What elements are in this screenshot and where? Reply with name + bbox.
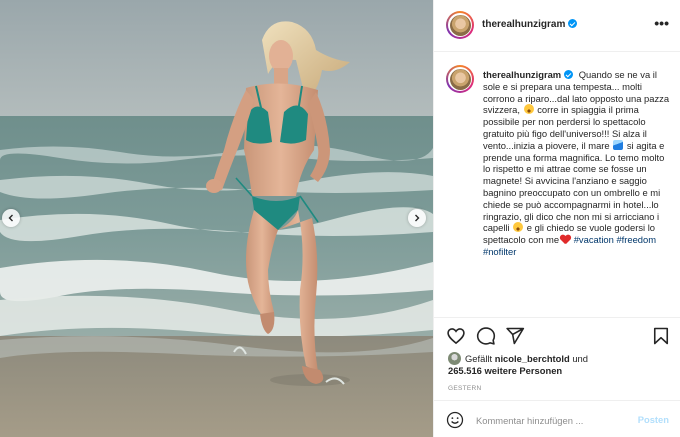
comments-area[interactable]: therealhunzigram Quando se ne va il sole… [434,52,680,317]
smiling-emoji-icon [513,222,524,233]
post-comment-button[interactable]: Posten [638,414,669,425]
red-heart-emoji-icon [560,235,570,244]
post-header: therealhunzigram ••• [434,0,680,52]
share-button[interactable] [505,326,525,346]
post-caption: therealhunzigram Quando se ne va il sole… [483,69,670,257]
heart-icon [447,328,465,345]
laughing-emoji-icon [523,104,534,115]
chevron-right-icon [415,214,420,222]
like-button[interactable] [446,326,466,346]
likes-count[interactable]: 265.516 weitere Personen [448,365,673,377]
comment-button[interactable] [476,326,496,346]
likes-summary: Gefällt nicole_berchtold und 265.516 wei… [448,352,673,377]
smiley-face-icon [446,411,464,429]
next-image-button[interactable] [408,209,426,227]
beach-photo [0,0,433,437]
emoji-picker-button[interactable] [446,411,464,429]
comment-input[interactable] [476,411,626,429]
verified-badge-icon [568,19,578,28]
verified-badge-icon [564,70,574,79]
comment-composer: Posten [434,400,680,437]
author-username[interactable]: therealhunzigram [482,19,578,30]
comment-bubble-icon [476,327,496,345]
liker-username[interactable]: nicole_berchtold [495,353,570,364]
post-date[interactable]: GESTERN [448,385,482,392]
previous-image-button[interactable] [2,209,20,227]
post-side-panel: therealhunzigram ••• therealhunzigram Qu… [433,0,680,437]
caption-username[interactable]: therealhunzigram [483,69,574,80]
liker-avatar[interactable] [448,352,461,365]
instagram-post-modal: therealhunzigram ••• therealhunzigram Qu… [0,0,680,437]
bookmark-icon [653,327,669,345]
post-photo[interactable] [0,0,433,437]
post-actions-section: Gefällt nicole_berchtold und 265.516 wei… [434,317,680,437]
wave-emoji-icon [613,139,624,150]
author-avatar[interactable] [446,11,474,39]
paper-plane-icon [506,327,525,345]
more-options-icon[interactable]: ••• [654,16,669,30]
caption-author-avatar[interactable] [446,65,474,93]
chevron-left-icon [8,214,13,222]
save-button[interactable] [651,326,671,346]
